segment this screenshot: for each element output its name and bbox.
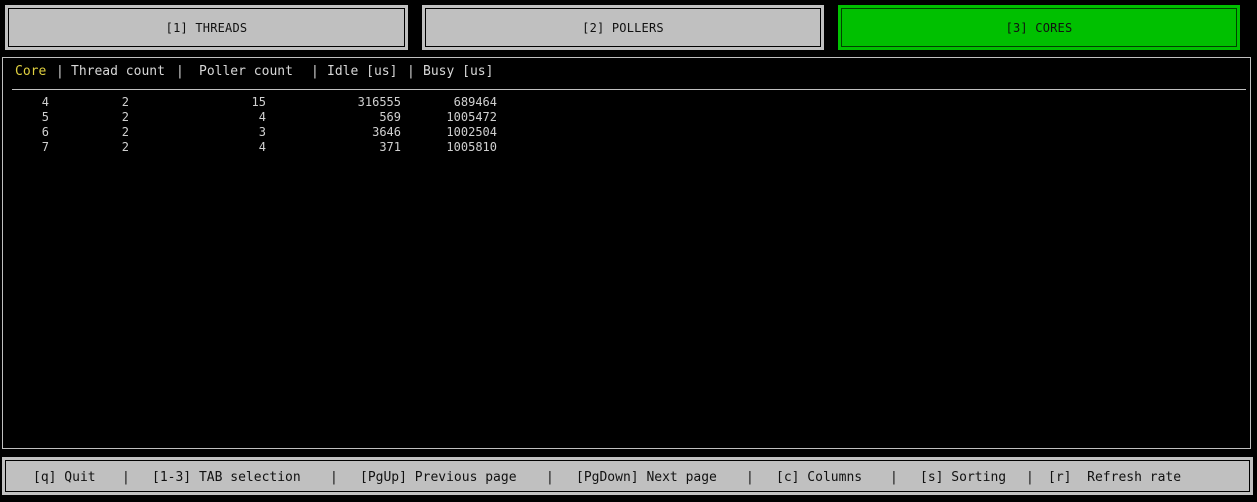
cell-thread-count: 2 — [121, 125, 129, 139]
help-separator: | — [1026, 470, 1034, 485]
column-header-thread-count[interactable]: Thread count — [71, 64, 165, 79]
help-separator: | — [890, 470, 898, 485]
tab-pollers[interactable]: [2] POLLERS — [422, 5, 824, 50]
help-bar-inner: [q] Quit | [1-3] TAB selection | [PgUp] … — [5, 460, 1250, 492]
column-separator: | — [407, 64, 415, 79]
help-tab-selection[interactable]: [1-3] TAB selection — [152, 470, 301, 485]
cell-core: 6 — [41, 125, 49, 139]
tab-cores[interactable]: [3] CORES — [838, 5, 1240, 50]
help-quit[interactable]: [q] Quit — [33, 470, 96, 485]
column-header-busy[interactable]: Busy [us] — [423, 64, 493, 79]
tab-threads[interactable]: [1] THREADS — [5, 5, 408, 50]
cell-core: 4 — [41, 95, 49, 109]
help-sorting[interactable]: [s] Sorting — [920, 470, 1006, 485]
help-refresh-rate[interactable]: [r] Refresh rate — [1048, 470, 1181, 485]
cell-poller-count: 4 — [258, 140, 266, 154]
header-divider — [12, 89, 1246, 90]
column-separator: | — [56, 64, 64, 79]
column-header-core[interactable]: Core — [15, 64, 46, 79]
help-separator: | — [122, 470, 130, 485]
cell-poller-count: 3 — [258, 125, 266, 139]
cell-core: 5 — [41, 110, 49, 124]
cell-busy: 1005472 — [446, 110, 497, 124]
tab-pollers-label: [2] POLLERS — [425, 8, 821, 47]
column-separator: | — [311, 64, 319, 79]
help-next-page[interactable]: [PgDown] Next page — [576, 470, 717, 485]
table-header: Core | Thread count | Poller count | Idl… — [3, 64, 493, 82]
cell-busy: 1005810 — [446, 140, 497, 154]
help-previous-page[interactable]: [PgUp] Previous page — [360, 470, 517, 485]
column-header-idle[interactable]: Idle [us] — [327, 64, 397, 79]
column-header-poller-count[interactable]: Poller count — [199, 64, 293, 79]
cell-core: 7 — [41, 140, 49, 154]
cell-thread-count: 2 — [121, 95, 129, 109]
cell-busy: 1002504 — [446, 125, 497, 139]
cell-idle: 569 — [379, 110, 401, 124]
cell-poller-count: 15 — [251, 95, 266, 109]
cell-busy: 689464 — [453, 95, 497, 109]
table-row[interactable]: 6 2 3 3646 1002504 — [3, 125, 523, 140]
cell-thread-count: 2 — [121, 110, 129, 124]
help-bar: [q] Quit | [1-3] TAB selection | [PgUp] … — [2, 457, 1253, 495]
tab-threads-label: [1] THREADS — [8, 8, 405, 47]
help-separator: | — [546, 470, 554, 485]
help-separator: | — [330, 470, 338, 485]
table-row[interactable]: 7 2 4 371 1005810 — [3, 140, 523, 155]
cell-thread-count: 2 — [121, 140, 129, 154]
table-row[interactable]: 5 2 4 569 1005472 — [3, 110, 523, 125]
column-separator: | — [176, 64, 184, 79]
table-row[interactable]: 4 2 15 316555 689464 — [3, 95, 523, 110]
cell-poller-count: 4 — [258, 110, 266, 124]
cores-table-panel: Core | Thread count | Poller count | Idl… — [2, 57, 1251, 449]
cell-idle: 316555 — [357, 95, 401, 109]
tab-cores-label: [3] CORES — [841, 8, 1237, 47]
help-separator: | — [746, 470, 754, 485]
cell-idle: 3646 — [372, 125, 401, 139]
help-columns[interactable]: [c] Columns — [776, 470, 862, 485]
cell-idle: 371 — [379, 140, 401, 154]
